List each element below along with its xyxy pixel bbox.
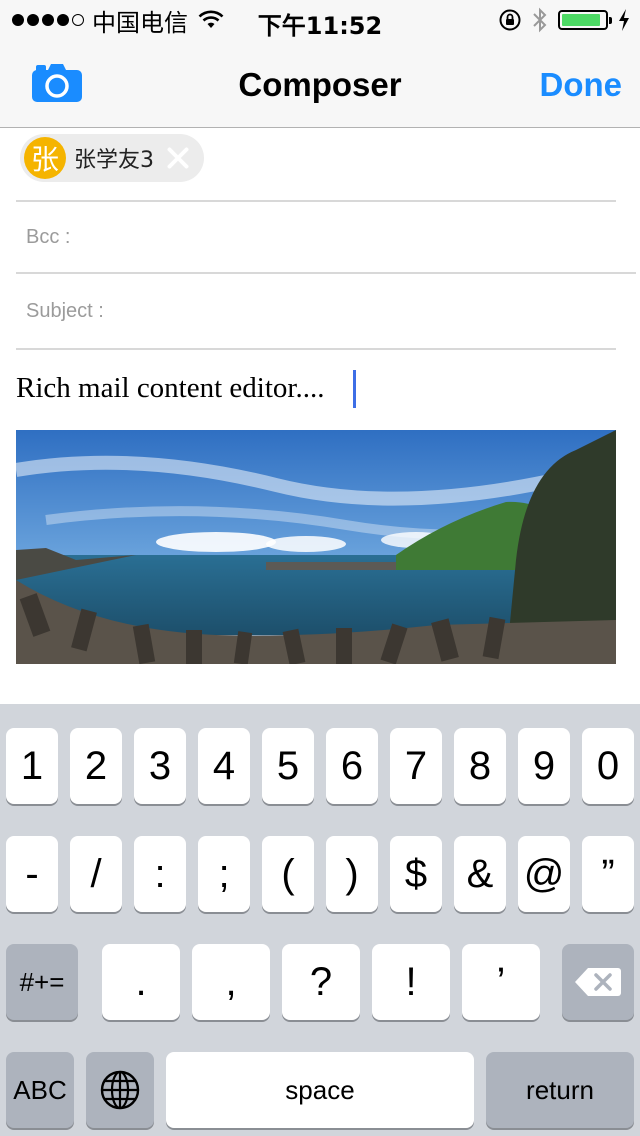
key-symbol[interactable]: @ — [518, 836, 570, 912]
status-right — [498, 6, 630, 34]
key-punctuation[interactable]: ’ — [462, 944, 540, 1020]
text-cursor — [353, 370, 356, 408]
key-symbol[interactable]: - — [6, 836, 58, 912]
bcc-field[interactable]: Bcc : — [26, 226, 70, 249]
backspace-icon — [575, 968, 621, 996]
recipient-chip[interactable]: 张 张学友3 — [20, 134, 204, 182]
key-symbols-toggle[interactable]: #+= — [6, 944, 78, 1020]
key-punctuation[interactable]: ? — [282, 944, 360, 1020]
orientation-lock-icon — [499, 9, 521, 31]
subject-field[interactable]: Subject : — [26, 300, 104, 323]
key-symbol[interactable]: ; — [198, 836, 250, 912]
key-return[interactable]: return — [486, 1052, 634, 1128]
key-label: return — [526, 1074, 594, 1105]
key-label: #+= — [19, 966, 65, 997]
divider — [16, 200, 616, 202]
key-1[interactable]: 2 — [70, 728, 122, 804]
key-symbol[interactable]: $ — [390, 836, 442, 912]
inline-photo[interactable] — [16, 430, 616, 664]
status-bar: 中国电信 下午11:52 — [0, 0, 640, 40]
bluetooth-icon — [533, 7, 547, 33]
key-3[interactable]: 4 — [198, 728, 250, 804]
recipient-name: 张学友3 — [74, 148, 154, 173]
keyboard: #+= ABC space return 1 2 3 4 5 6 7 8 9 0 - /:;() $ & @… — [0, 704, 640, 1136]
key-backspace[interactable] — [562, 944, 634, 1020]
key-symbol[interactable]: / — [70, 836, 122, 912]
done-button[interactable]: Done — [540, 66, 623, 104]
battery-level — [562, 14, 600, 26]
key-4[interactable]: 5 — [262, 728, 314, 804]
body-editor[interactable]: Rich mail content editor.... — [16, 372, 324, 405]
key-symbol[interactable]: : — [134, 836, 186, 912]
key-0[interactable]: 1 — [6, 728, 58, 804]
key-punctuation[interactable]: , — [192, 944, 270, 1020]
key-symbol[interactable]: & — [454, 836, 506, 912]
key-9[interactable]: 0 — [582, 728, 634, 804]
globe-icon — [100, 1070, 140, 1110]
key-8[interactable]: 9 — [518, 728, 570, 804]
remove-recipient-icon[interactable] — [164, 144, 192, 172]
divider — [16, 348, 616, 350]
key-punctuation[interactable]: . — [102, 944, 180, 1020]
key-7[interactable]: 8 — [454, 728, 506, 804]
charging-bolt-icon — [619, 9, 629, 31]
key-globe[interactable] — [86, 1052, 154, 1128]
key-6[interactable]: 7 — [390, 728, 442, 804]
key-label: ABC — [13, 1074, 67, 1105]
key-label: space — [285, 1074, 355, 1105]
key-symbol[interactable]: ( — [262, 836, 314, 912]
avatar: 张 — [24, 137, 66, 179]
divider — [16, 272, 636, 274]
battery-icon — [558, 10, 612, 30]
key-punctuation[interactable]: ! — [372, 944, 450, 1020]
key-2[interactable]: 3 — [134, 728, 186, 804]
key-5[interactable]: 6 — [326, 728, 378, 804]
navigation-bar: Composer Done — [0, 40, 640, 128]
key-symbol[interactable]: ” — [582, 836, 634, 912]
key-space[interactable]: space — [166, 1052, 474, 1128]
key-abc[interactable]: ABC — [6, 1052, 74, 1128]
key-symbol[interactable]: ) — [326, 836, 378, 912]
